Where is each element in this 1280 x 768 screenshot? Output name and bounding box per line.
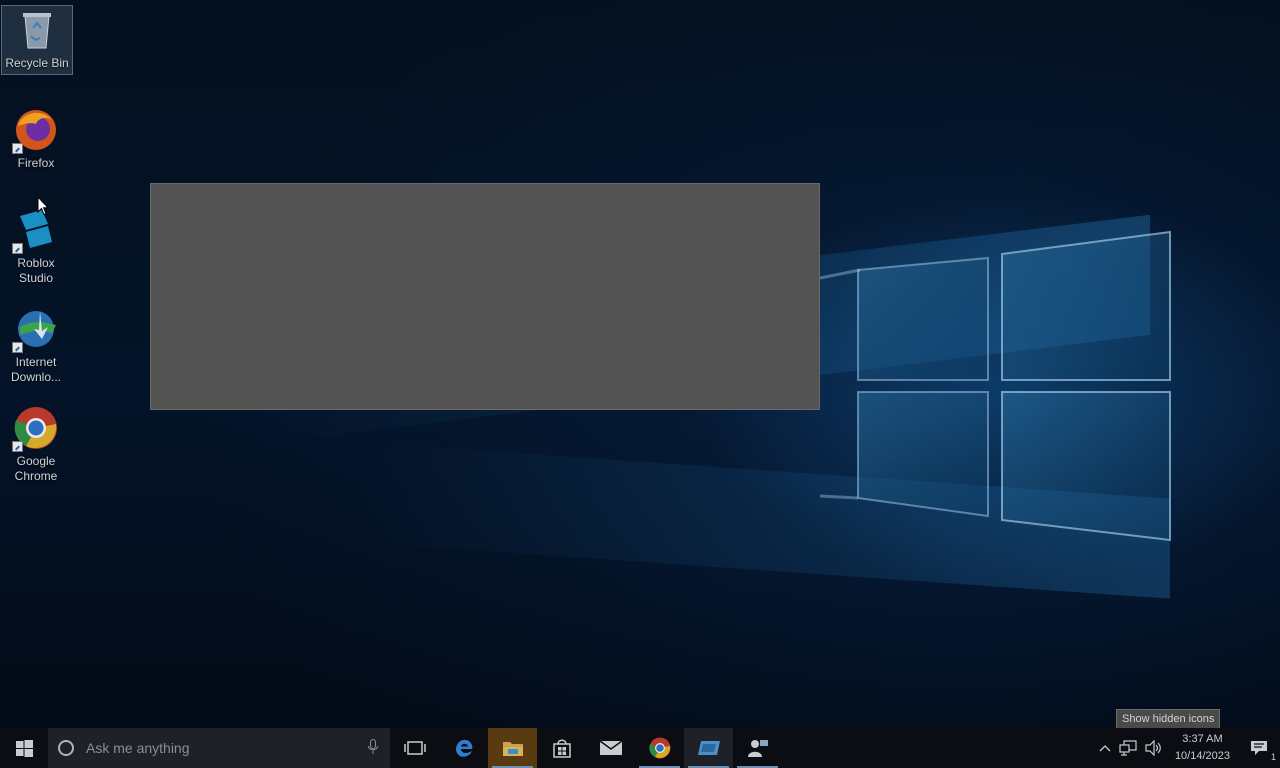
desktop-icon-label: Recycle Bin bbox=[5, 56, 69, 70]
cortana-search-box[interactable]: Ask me anything bbox=[48, 728, 390, 768]
taskbar-roblox-studio-button[interactable] bbox=[684, 728, 733, 768]
network-icon bbox=[1119, 740, 1137, 756]
blank-gray-window[interactable] bbox=[150, 183, 820, 410]
chrome-icon bbox=[12, 404, 60, 452]
windows-start-icon bbox=[15, 739, 33, 757]
taskbar-clock[interactable]: 3:37 AM 10/14/2023 bbox=[1167, 731, 1238, 765]
file-explorer-icon bbox=[502, 742, 523, 756]
speaker-icon bbox=[1145, 740, 1161, 756]
taskbar: Ask me anything 3:37 AM 10/14/2023 1 bbox=[0, 728, 1280, 768]
internet-download-manager-icon bbox=[12, 305, 60, 353]
desktop-icon-roblox-studio[interactable]: Roblox Studio bbox=[1, 206, 71, 286]
shortcut-arrow-icon bbox=[12, 441, 23, 452]
roblox-studio-icon bbox=[697, 741, 720, 755]
chevron-up-icon bbox=[1099, 745, 1111, 752]
notification-icon bbox=[1251, 741, 1267, 755]
desktop-icon-label: Google Chrome bbox=[14, 454, 58, 483]
search-placeholder: Ask me anything bbox=[86, 740, 190, 756]
windows-logo-wallpaper bbox=[820, 230, 1171, 542]
show-hidden-icons-tooltip: Show hidden icons bbox=[1116, 709, 1221, 729]
shortcut-arrow-icon bbox=[12, 143, 23, 154]
desktop-icon-firefox[interactable]: Firefox bbox=[1, 106, 71, 171]
desktop-icon-internet-download-manager[interactable]: Internet Downlo... bbox=[1, 305, 71, 385]
taskbar-mail-button[interactable] bbox=[586, 728, 635, 768]
system-tray: 3:37 AM 10/14/2023 1 bbox=[1095, 728, 1280, 768]
taskbar-people-button[interactable] bbox=[733, 728, 782, 768]
taskbar-store-button[interactable] bbox=[537, 728, 586, 768]
clock-date: 10/14/2023 bbox=[1174, 750, 1230, 762]
recycle-bin-icon bbox=[13, 6, 61, 54]
people-icon bbox=[747, 740, 768, 757]
roblox-studio-icon bbox=[12, 206, 60, 254]
shortcut-arrow-icon bbox=[12, 243, 23, 254]
action-center-button[interactable]: 1 bbox=[1238, 728, 1280, 768]
notification-count-badge: 1 bbox=[1270, 752, 1276, 762]
task-view-icon bbox=[403, 741, 426, 755]
desktop-icon-label: Internet Downlo... bbox=[10, 355, 62, 384]
desktop-icon-label: Firefox bbox=[17, 156, 55, 170]
mail-icon bbox=[599, 740, 622, 755]
start-button[interactable] bbox=[0, 728, 48, 768]
chrome-icon bbox=[648, 737, 670, 759]
microphone-icon[interactable] bbox=[368, 739, 378, 755]
store-icon bbox=[552, 739, 571, 758]
task-view-button[interactable] bbox=[390, 728, 439, 768]
cortana-icon bbox=[58, 740, 74, 756]
volume-button[interactable] bbox=[1141, 728, 1167, 768]
show-hidden-icons-button[interactable] bbox=[1095, 728, 1115, 768]
network-button[interactable] bbox=[1115, 728, 1141, 768]
taskbar-file-explorer-button[interactable] bbox=[488, 728, 537, 768]
desktop-icon-label: Roblox Studio bbox=[17, 256, 55, 285]
edge-icon bbox=[455, 739, 472, 757]
firefox-icon bbox=[12, 106, 60, 154]
mouse-cursor-icon bbox=[37, 196, 49, 216]
shortcut-arrow-icon bbox=[12, 342, 23, 353]
taskbar-chrome-button[interactable] bbox=[635, 728, 684, 768]
desktop-icon-recycle-bin[interactable]: Recycle Bin bbox=[1, 5, 73, 75]
taskbar-edge-button[interactable] bbox=[439, 728, 488, 768]
desktop-icon-google-chrome[interactable]: Google Chrome bbox=[1, 404, 71, 484]
clock-time: 3:37 AM bbox=[1182, 733, 1223, 745]
